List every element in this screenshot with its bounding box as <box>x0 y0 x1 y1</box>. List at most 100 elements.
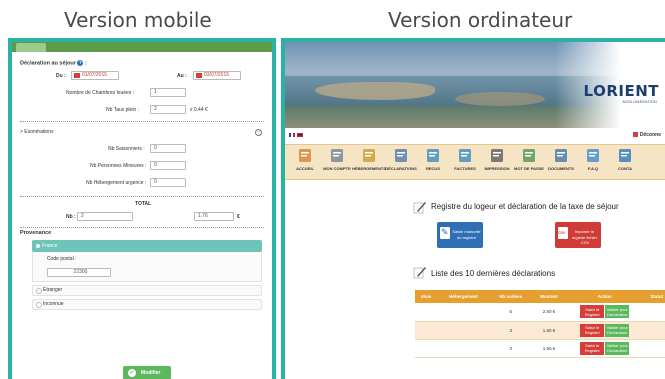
nav-item-label: CONTA <box>618 166 632 171</box>
valider-declaration-button[interactable]: Valider pour Déclaration <box>605 305 630 319</box>
faq-icon <box>587 149 599 162</box>
urgence-input[interactable]: 0 <box>150 178 186 187</box>
language-bar: Déconne <box>285 128 665 144</box>
manual-entry-icon <box>440 227 450 239</box>
chambres-label: Nombre de Chambres louées : <box>66 90 135 96</box>
cell-mois <box>415 303 438 322</box>
mobile-top-bar <box>12 42 272 52</box>
cell-nuitees: 5 <box>489 303 533 322</box>
col-statut-header: Statut <box>643 290 665 303</box>
nav-item-documents[interactable]: DOCUMENTS <box>545 145 577 179</box>
modifier-button[interactable]: ✓ Modifier <box>123 366 171 379</box>
cell-mois <box>415 321 438 340</box>
col-nuitees-header: Nb nuitées <box>489 290 533 303</box>
nav-item-impression[interactable]: IMPRESSION <box>481 145 513 179</box>
mobile-top-tab[interactable] <box>16 43 46 52</box>
saisonniers-label: Nb Saisonniers : <box>108 146 145 152</box>
pen-icon <box>395 149 407 162</box>
radio-etranger[interactable]: Etranger <box>32 285 262 296</box>
nb-label: Nb : <box>66 214 76 220</box>
separator <box>20 121 264 122</box>
mobile-version-heading: Version mobile <box>64 8 212 32</box>
du-label: Du : <box>56 73 66 79</box>
exonerations-toggle[interactable]: > Exonérations <box>20 129 54 135</box>
logout-link[interactable]: Déconne <box>633 132 661 138</box>
du-date-input[interactable]: 01/07/2015 <box>71 71 119 80</box>
nav-item-label: IMPRESSION <box>484 166 510 171</box>
radio-france[interactable]: France <box>32 240 262 252</box>
au-label: Au : <box>177 73 187 79</box>
csv-file-icon <box>558 227 568 239</box>
provenance-heading: Provenance <box>20 230 52 236</box>
table-row: 5 2.50 € Saisir le RegistreValider pour Dé… <box>415 303 665 322</box>
invoice-icon <box>459 149 471 162</box>
mineures-label: Nb Personnes Mineures : <box>90 163 147 169</box>
handshake-icon <box>299 149 311 162</box>
cell-hebergement <box>437 339 490 358</box>
cell-montant: 2.50 € <box>532 303 567 322</box>
nav-item-label: DOCUMENTS <box>548 166 574 171</box>
separator <box>20 196 264 197</box>
cell-action: Saisir le RegistreValider pour Déclarati… <box>566 303 644 322</box>
nav-item-d-clarations[interactable]: DÉCLARATIONS <box>385 145 417 179</box>
nav-item-label: MOT DE PASSE <box>514 166 544 171</box>
import-csv-tile[interactable]: Importer le registre fichier .CSV <box>555 222 601 248</box>
chambres-input[interactable]: 1 <box>150 88 186 97</box>
cell-nuitees: 3 <box>489 321 533 340</box>
lorient-logo-sub: AGGLOMÉRATION <box>622 100 657 104</box>
nav-item-factures[interactable]: FACTURES <box>449 145 481 179</box>
saisie-manuelle-tile[interactable]: Saisie manuelle du registre <box>437 222 483 248</box>
receipt-icon <box>427 149 439 162</box>
nav-item-accueil[interactable]: ACCUEIL <box>289 145 321 179</box>
check-icon: ✓ <box>128 369 136 377</box>
list-title: Liste des 10 dernières déclarations <box>431 269 556 278</box>
nav-item-h-bergements[interactable]: HÉBERGEMENTS <box>352 145 386 179</box>
nav-item-recus[interactable]: RECUS <box>417 145 449 179</box>
separator <box>20 227 264 228</box>
montant-total-input: 1.76 <box>194 212 234 221</box>
nav-item-label: F.A.Q <box>587 166 599 171</box>
declaration-label: Déclaration au séjour ? : <box>20 60 87 67</box>
collapse-icon[interactable]: − <box>255 129 262 136</box>
help-icon[interactable]: ? <box>77 60 84 66</box>
lorient-logo[interactable]: LORIENT <box>584 82 659 100</box>
nav-item-conta[interactable]: CONTA <box>609 145 641 179</box>
main-content: Registre du logeur et déclaration de la … <box>285 180 665 379</box>
nb-total-input: 2 <box>77 212 133 221</box>
nav-item-label: DÉCLARATIONS <box>385 166 417 171</box>
cell-nuitees: 3 <box>489 339 533 358</box>
saisir-registre-button[interactable]: Saisir le Registre <box>580 305 605 319</box>
documents-icon <box>555 149 567 162</box>
french-flag-icon[interactable] <box>289 133 295 137</box>
mineures-input[interactable]: 0 <box>150 161 186 170</box>
cell-statut <box>643 303 665 322</box>
account-icon <box>331 149 343 162</box>
valider-declaration-button[interactable]: Valider pour Déclaration <box>605 341 630 355</box>
cell-mois <box>415 339 438 358</box>
col-action-header: Action <box>566 290 644 303</box>
au-date-input[interactable]: 03/07/2015 <box>193 71 241 80</box>
pen-icon <box>413 202 426 214</box>
nav-item-mon-compte[interactable]: MON COMPTE <box>321 145 353 179</box>
nav-item-label: RECUS <box>425 166 440 171</box>
code-postal-box: Code postal : 22300 <box>32 252 262 282</box>
total-heading: TOTAL <box>135 201 152 207</box>
saisir-registre-button[interactable]: Saisir le Registre <box>580 323 605 337</box>
valider-declaration-button[interactable]: Valider pour Déclaration <box>605 323 630 337</box>
cell-hebergement <box>437 321 490 340</box>
radio-inconnue[interactable]: Inconnue <box>32 299 262 310</box>
saisonniers-input[interactable]: 0 <box>150 144 186 153</box>
house-icon <box>363 149 375 162</box>
col-mois-header: Mois <box>415 290 438 303</box>
cell-action: Saisir le RegistreValider pour Déclarati… <box>566 339 644 358</box>
code-postal-input[interactable]: 22300 <box>47 268 111 277</box>
taux-plein-label: Nb Taux plein : <box>106 107 139 113</box>
taux-note: x 0.44 € <box>190 107 208 113</box>
english-flag-icon[interactable] <box>297 133 303 137</box>
nav-item-mot-de-passe[interactable]: MOT DE PASSE <box>513 145 545 179</box>
table-row: 3 1.50 € Saisir le RegistreValider pour Dé… <box>415 321 665 340</box>
pen-icon <box>413 267 426 279</box>
nav-item-f-a-q[interactable]: F.A.Q <box>577 145 609 179</box>
taux-plein-input[interactable]: 2 <box>150 105 186 114</box>
saisir-registre-button[interactable]: Saisir le Registre <box>580 341 605 355</box>
